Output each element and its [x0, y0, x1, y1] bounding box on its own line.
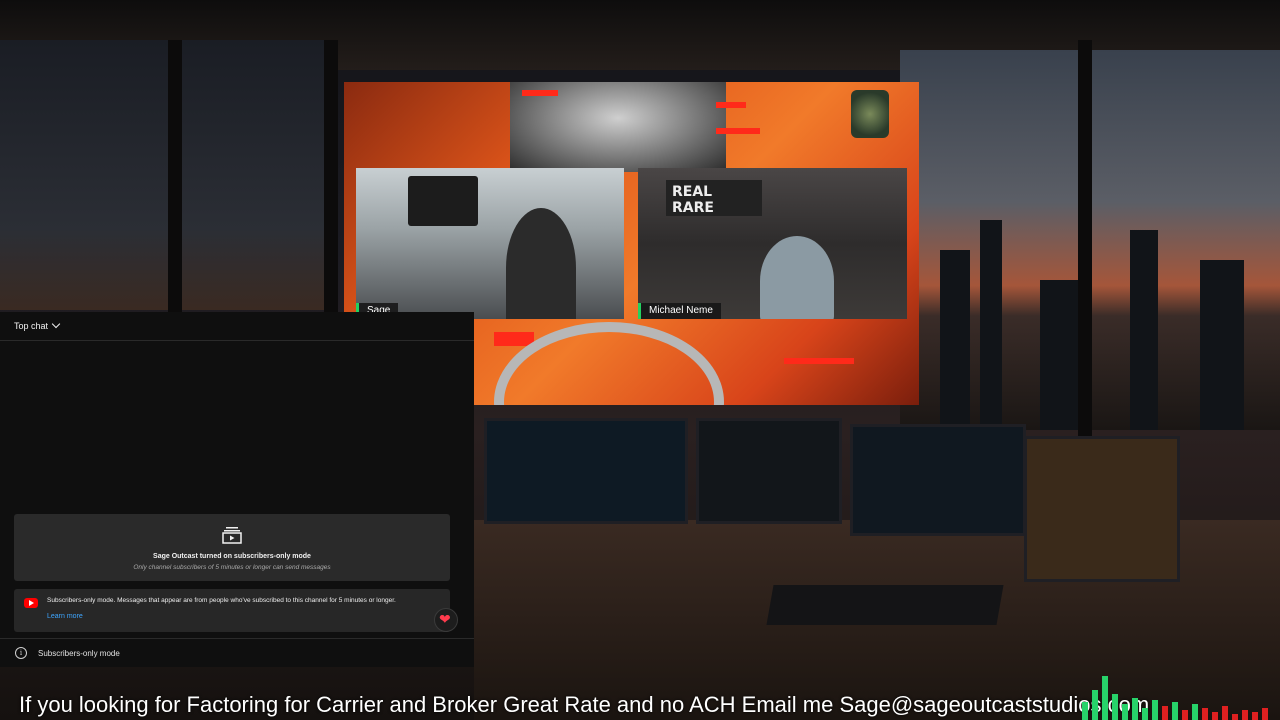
person-michael: [760, 236, 834, 319]
eq-bar: [1202, 708, 1208, 720]
keyboard: [766, 585, 1004, 625]
eq-bar: [1162, 706, 1168, 720]
eq-bar: [1222, 706, 1228, 720]
info-icon: i: [15, 647, 27, 659]
subscribers-only-notice: Subscribers-only mode. Messages that app…: [14, 589, 450, 632]
studio-monitor: [408, 176, 478, 226]
monitor-world-map: [484, 418, 688, 524]
city-building: [1200, 260, 1244, 430]
eq-bar: [1242, 710, 1248, 720]
top-chat-dropdown[interactable]: Top chat: [14, 319, 61, 331]
mode-card-title: Sage Outcast turned on subscribers-only …: [153, 553, 311, 560]
youtube-icon: [24, 598, 38, 608]
channel-logo: [851, 90, 889, 138]
eq-bar: [1122, 704, 1128, 720]
monitor-globe: [696, 418, 842, 524]
studio-sign: REAL RARE: [666, 180, 762, 216]
city-building: [1130, 230, 1158, 430]
left-window: [0, 40, 330, 310]
ticker-text: If you looking for Factoring for Carrier…: [19, 692, 1150, 717]
glitch-bar: [784, 358, 854, 364]
eq-bar: [1252, 712, 1258, 720]
chat-footer: i Subscribers-only mode: [0, 638, 474, 668]
mode-card-subtitle: Only channel subscribers of 5 minutes or…: [133, 564, 331, 571]
subscribers-only-card: Sage Outcast turned on subscribers-only …: [14, 514, 450, 581]
camera-feed-sage: Sage: [356, 168, 624, 319]
eq-bar: [1112, 694, 1118, 720]
eq-bar: [1082, 702, 1088, 720]
eq-bar: [1142, 708, 1148, 720]
eq-bar: [1102, 676, 1108, 720]
eq-bar: [1262, 708, 1268, 720]
heart-icon: ❤: [439, 611, 451, 627]
glitch-bar: [716, 128, 760, 134]
learn-more-link[interactable]: Learn more: [47, 613, 83, 620]
notice-text: Subscribers-only mode. Messages that app…: [47, 597, 396, 604]
camera-feed-michael: REAL RARE Michael Neme: [638, 168, 907, 319]
subscribers-only-icon: [222, 527, 242, 544]
city-building: [940, 250, 970, 430]
window-frame: [1078, 40, 1092, 440]
city-building: [980, 220, 1002, 430]
audio-equalizer: [1078, 668, 1278, 720]
monitor-radar: [850, 424, 1026, 536]
footer-text: Subscribers-only mode: [38, 649, 120, 658]
city-building: [1040, 280, 1080, 430]
eq-bar: [1152, 700, 1158, 720]
glitch-bar: [522, 90, 558, 96]
eq-bar: [1212, 712, 1218, 720]
live-chat-panel: Top chat Sage Outcast turned on subscrib…: [0, 312, 474, 667]
monitor-data-wall: [1024, 436, 1180, 582]
eq-bar: [1172, 702, 1178, 720]
chat-header: Top chat: [0, 312, 474, 341]
camera-label: Michael Neme: [638, 303, 721, 319]
eq-bar: [1132, 698, 1138, 720]
person-sage: [506, 208, 576, 319]
reaction-heart-button[interactable]: ❤: [434, 608, 458, 632]
glitch-bar: [716, 102, 746, 108]
eq-bar: [1182, 710, 1188, 720]
eq-bar: [1232, 714, 1238, 720]
eq-bar: [1192, 704, 1198, 720]
top-chat-label: Top chat: [14, 321, 49, 331]
eq-bar: [1092, 690, 1098, 720]
chevron-down-icon: [51, 319, 61, 329]
